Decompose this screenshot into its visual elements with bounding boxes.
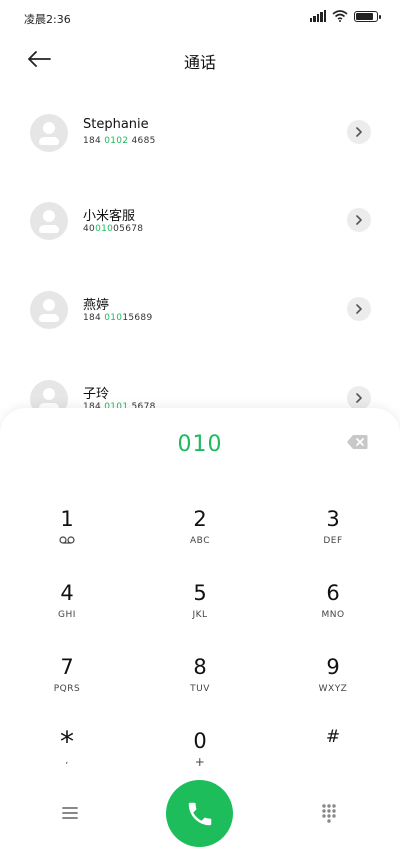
- menu-icon: [62, 807, 78, 819]
- number-part: 15689: [122, 313, 153, 323]
- key-1[interactable]: 1: [12, 506, 122, 566]
- contact-list: Stephanie 184 0102 4685 小米客服 4001005678 …: [0, 88, 400, 418]
- chevron-right-icon: [356, 215, 362, 225]
- call-button[interactable]: [166, 780, 233, 847]
- dialpad-toggle-button[interactable]: [314, 798, 344, 828]
- key-letters: MNO: [321, 610, 345, 620]
- contact-detail-button[interactable]: [347, 297, 371, 321]
- key-7[interactable]: 7 PQRS: [12, 654, 122, 714]
- contact-number: 4001005678: [83, 224, 143, 234]
- number-part: 4685: [128, 136, 156, 146]
- wifi-icon: [332, 10, 348, 22]
- key-8[interactable]: 8 TUV: [145, 654, 255, 714]
- battery-icon: [354, 10, 381, 22]
- contact-row[interactable]: 燕婷 184 01015689: [0, 283, 400, 353]
- key-letters: ABC: [190, 536, 210, 546]
- number-match: 010: [95, 224, 114, 234]
- contact-row[interactable]: 小米客服 4001005678: [0, 194, 400, 264]
- contact-detail-button[interactable]: [347, 120, 371, 144]
- key-0[interactable]: 0 +: [145, 728, 255, 788]
- number-match: 0102: [104, 136, 129, 146]
- contact-detail-button[interactable]: [347, 386, 371, 410]
- key-digit: 8: [193, 655, 207, 679]
- key-letters: PQRS: [53, 684, 81, 694]
- key-star[interactable]: * ,: [12, 728, 122, 788]
- status-bar: 凌晨2:36: [0, 0, 400, 36]
- key-4[interactable]: 4 GHI: [12, 580, 122, 640]
- contact-name: 子玲: [83, 387, 110, 402]
- number-part: 05678: [113, 224, 144, 234]
- chevron-right-icon: [356, 304, 362, 314]
- key-digit: #: [325, 727, 341, 747]
- key-letters: GHI: [58, 610, 76, 620]
- phone-icon: [188, 802, 211, 825]
- key-digit: *: [60, 725, 74, 758]
- avatar: [30, 291, 68, 329]
- key-letters: DEF: [323, 536, 343, 546]
- key-letters: +: [194, 755, 206, 769]
- bottom-bar: [0, 780, 400, 850]
- header: 通话: [0, 36, 400, 82]
- dialed-number[interactable]: 010: [0, 432, 400, 457]
- key-hash[interactable]: #: [278, 724, 388, 784]
- contact-row[interactable]: Stephanie 184 0102 4685: [0, 106, 400, 176]
- backspace-button[interactable]: [346, 434, 368, 450]
- key-2[interactable]: 2 ABC: [145, 506, 255, 566]
- menu-button[interactable]: [55, 800, 85, 826]
- page-title: 通话: [183, 53, 216, 72]
- contact-number: 184 0102 4685: [83, 136, 156, 146]
- contact-detail-button[interactable]: [347, 208, 371, 232]
- contact-number: 184 01015689: [83, 313, 152, 323]
- status-time: 凌晨2:36: [24, 13, 71, 26]
- contact-name: Stephanie: [83, 117, 149, 132]
- key-letters: ,: [65, 756, 69, 766]
- dialpad-icon: [322, 804, 336, 823]
- number-part: 184: [83, 313, 105, 323]
- key-digit: 5: [193, 581, 207, 605]
- key-6[interactable]: 6 MNO: [278, 580, 388, 640]
- status-icons: [310, 10, 381, 22]
- key-digit: 9: [326, 655, 340, 679]
- number-match: 010: [104, 313, 123, 323]
- key-letters: WXYZ: [318, 684, 348, 694]
- chevron-right-icon: [356, 127, 362, 137]
- key-digit: 2: [193, 507, 207, 531]
- key-3[interactable]: 3 DEF: [278, 506, 388, 566]
- number-part: 184: [83, 136, 105, 146]
- contact-name: 燕婷: [83, 298, 110, 313]
- avatar: [30, 202, 68, 240]
- key-letters: JKL: [192, 610, 208, 620]
- chevron-right-icon: [356, 393, 362, 403]
- key-digit: 4: [60, 581, 74, 605]
- avatar: [30, 114, 68, 152]
- key-digit: 1: [60, 507, 74, 531]
- voicemail-icon: [12, 536, 122, 547]
- key-digit: 6: [326, 581, 340, 605]
- key-letters: TUV: [190, 684, 210, 694]
- key-digit: 0: [193, 729, 207, 753]
- key-digit: 3: [326, 507, 340, 531]
- key-9[interactable]: 9 WXYZ: [278, 654, 388, 714]
- number-part: 40: [83, 224, 96, 234]
- key-5[interactable]: 5 JKL: [145, 580, 255, 640]
- signal-icon: [310, 10, 327, 22]
- key-digit: 7: [60, 655, 74, 679]
- contact-name: 小米客服: [83, 209, 136, 224]
- backspace-icon: [347, 435, 368, 449]
